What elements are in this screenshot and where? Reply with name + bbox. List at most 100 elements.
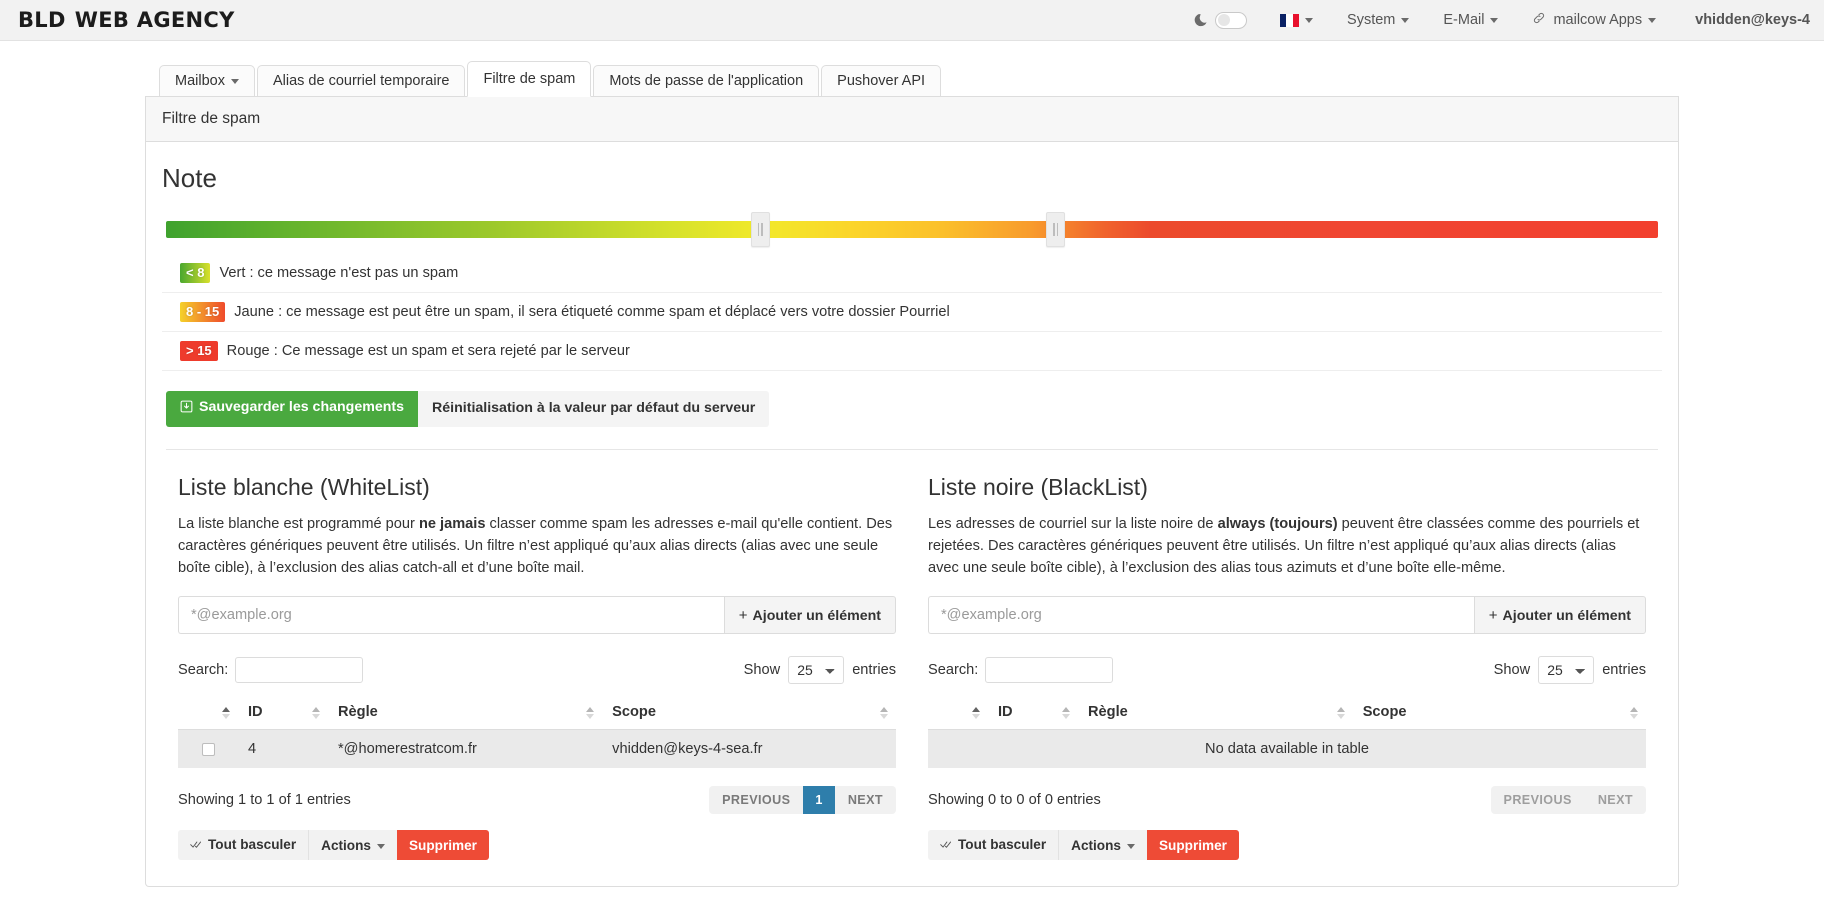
dark-mode-switcher[interactable]: [1177, 11, 1263, 29]
whitelist-add-button[interactable]: + Ajouter un élément: [723, 596, 896, 635]
brand-logo[interactable]: BLD WEB AGENCY: [18, 8, 235, 32]
whitelist-search: Search:: [178, 657, 364, 684]
legend-row-yellow: 8 - 15 Jaune : ce message est peut être …: [162, 293, 1662, 332]
language-selector[interactable]: [1263, 0, 1330, 40]
whitelist-info: Showing 1 to 1 of 1 entries: [178, 792, 351, 809]
nav-item-email[interactable]: E-Mail: [1426, 0, 1515, 40]
double-check-icon: [940, 838, 953, 853]
blacklist-desc-1: Les adresses de courriel sur la liste no…: [928, 515, 1218, 532]
whitelist-row-checkbox-cell[interactable]: [178, 729, 238, 769]
blacklist-col-select[interactable]: [928, 697, 988, 731]
nav-item-mailcow-apps[interactable]: mailcow Apps: [1515, 0, 1673, 40]
nav-item-user-menu[interactable]: vhidden@keys-4: [1673, 0, 1810, 40]
whitelist-pagination-page-1[interactable]: 1: [803, 786, 835, 815]
blacklist-table-footer: Showing 0 to 0 of 0 entries Previous Nex…: [928, 786, 1646, 815]
blacklist-delete-button[interactable]: Supprimer: [1146, 830, 1239, 861]
blacklist-table-body: No data available in table: [928, 729, 1646, 769]
table-row[interactable]: 4 *@homerestratcom.fr vhidden@keys-4-sea…: [178, 729, 896, 769]
whitelist-toggle-all-button[interactable]: Tout basculer: [178, 830, 310, 861]
nav-item-system[interactable]: System: [1330, 0, 1426, 40]
sort-icon: [312, 706, 320, 720]
whitelist-search-input[interactable]: [235, 657, 364, 684]
blacklist-pagination-next[interactable]: Next: [1584, 786, 1646, 815]
chevron-down-icon: [376, 843, 385, 849]
chevron-down-icon: [1490, 17, 1499, 23]
row-checkbox[interactable]: [201, 742, 215, 756]
blacklist-toggle-all-button[interactable]: Tout basculer: [928, 830, 1060, 861]
blacklist-show-label: Show: [1493, 662, 1531, 679]
slider-handle-low[interactable]: [750, 212, 770, 247]
blacklist-add-group: +Ajouter un élément: [928, 596, 1646, 635]
brand-part-1: BLD: [18, 8, 66, 32]
whitelist-pagination-next[interactable]: Next: [834, 786, 896, 815]
chevron-down-icon: [1305, 17, 1314, 23]
sort-icon: [972, 706, 980, 720]
save-changes-label: Sauvegarder les changements: [199, 399, 405, 415]
slider-handle-high[interactable]: [1046, 212, 1066, 247]
whitelist-col-id-label: ID: [248, 704, 263, 721]
tab-mailbox-label: Mailbox: [175, 73, 225, 89]
dark-mode-toggle[interactable]: [1215, 11, 1248, 29]
whitelist-col-scope[interactable]: Scope: [602, 697, 896, 731]
whitelist-actions-button[interactable]: Actions: [309, 830, 397, 861]
panel-heading: Filtre de spam: [146, 97, 1678, 142]
tab-pushover-api[interactable]: Pushover API: [821, 65, 942, 96]
badge-green: < 8: [180, 263, 211, 283]
blacklist-col-scope-label: Scope: [1362, 704, 1407, 721]
spam-score-slider[interactable]: [166, 212, 1658, 248]
blacklist-col-scope[interactable]: Scope: [1352, 697, 1646, 731]
tab-spam-filter[interactable]: Filtre de spam: [467, 61, 592, 97]
navbar-right-group: System E-Mail mailcow Apps vhidden@keys-…: [1177, 0, 1810, 40]
whitelist-actions-label: Actions: [321, 837, 371, 853]
whitelist-title: Liste blanche (WhiteList): [178, 473, 430, 500]
blacklist-table-head: ID Règle Scope: [928, 697, 1646, 731]
blacklist-col-id[interactable]: ID: [988, 697, 1078, 731]
blacklist-col-id-label: ID: [998, 704, 1013, 721]
whitelist-input[interactable]: [178, 596, 724, 635]
whitelist-table-body: 4 *@homerestratcom.fr vhidden@keys-4-sea…: [178, 729, 896, 769]
whitelist-toggle-all-label: Tout basculer: [208, 837, 297, 853]
whitelist-col-id[interactable]: ID: [238, 697, 328, 731]
tab-spam-filter-label: Filtre de spam: [483, 71, 576, 87]
slider-track[interactable]: [166, 221, 1658, 238]
whitelist-col-select[interactable]: [178, 697, 238, 731]
blacklist-column: Liste noire (BlackList) Les adresses de …: [912, 474, 1662, 861]
legend-text-red: Rouge : Ce message est un spam et sera r…: [226, 343, 630, 359]
save-changes-button[interactable]: Sauvegarder les changements: [166, 391, 419, 427]
whitelist-table: ID Règle Scope 4 *@homerestratcom.fr vhi…: [178, 697, 896, 769]
section-divider: [166, 448, 1658, 450]
tab-mailbox[interactable]: Mailbox: [159, 65, 255, 96]
legend-row-green: < 8 Vert : ce message n'est pas un spam: [162, 254, 1662, 293]
blacklist-search-input[interactable]: [985, 657, 1114, 684]
legend-text-green: Vert : ce message n'est pas un spam: [219, 265, 459, 281]
top-navbar: BLD WEB AGENCY System E-Mail mailcow Apps: [0, 0, 1824, 41]
blacklist-col-rule[interactable]: Règle: [1078, 697, 1353, 731]
tab-bar: Mailbox Alias de courriel temporaire Fil…: [145, 61, 1679, 97]
save-icon: [180, 400, 193, 418]
nav-item-email-label: E-Mail: [1443, 12, 1485, 28]
blacklist-header-row: ID Règle Scope: [928, 697, 1646, 731]
brand-part-2: WEB AGENCY: [74, 8, 235, 32]
blacklist-input[interactable]: [928, 596, 1474, 635]
reset-defaults-button[interactable]: Réinitialisation à la valeur par défaut …: [418, 391, 770, 427]
blacklist-bulk-actions: Tout basculer Actions Supprimer: [928, 830, 1646, 861]
whitelist-show-label: Show: [743, 662, 781, 679]
legend-text-yellow: Jaune : ce message est peut être un spam…: [234, 304, 950, 320]
whitelist-col-rule[interactable]: Règle: [328, 697, 603, 731]
tab-temporary-alias[interactable]: Alias de courriel temporaire: [256, 65, 466, 96]
blacklist-search-label: Search:: [928, 662, 979, 679]
moon-icon: [1193, 13, 1208, 28]
blacklist-search-label-wrap: Search:: [928, 657, 1114, 684]
badge-yellow: 8 - 15: [180, 302, 226, 322]
whitelist-delete-button[interactable]: Supprimer: [396, 830, 489, 861]
whitelist-search-label: Search:: [178, 662, 229, 679]
blacklist-add-button[interactable]: + Ajouter un élément: [1473, 596, 1646, 635]
tab-app-passwords[interactable]: Mots de passe de l'application: [593, 65, 820, 96]
whitelist-page-length-select[interactable]: 25 50 100 All: [788, 656, 845, 685]
whitelist-pagination-previous[interactable]: Previous: [709, 786, 804, 815]
blacklist-entries-label: entries: [1602, 662, 1646, 679]
blacklist-page-length-select[interactable]: 25 50 100 All: [1538, 656, 1595, 685]
whitelist-table-controls: Search: Show 25 50 100 All: [178, 656, 896, 685]
blacklist-pagination-previous[interactable]: Previous: [1490, 786, 1585, 815]
blacklist-actions-button[interactable]: Actions: [1059, 830, 1147, 861]
